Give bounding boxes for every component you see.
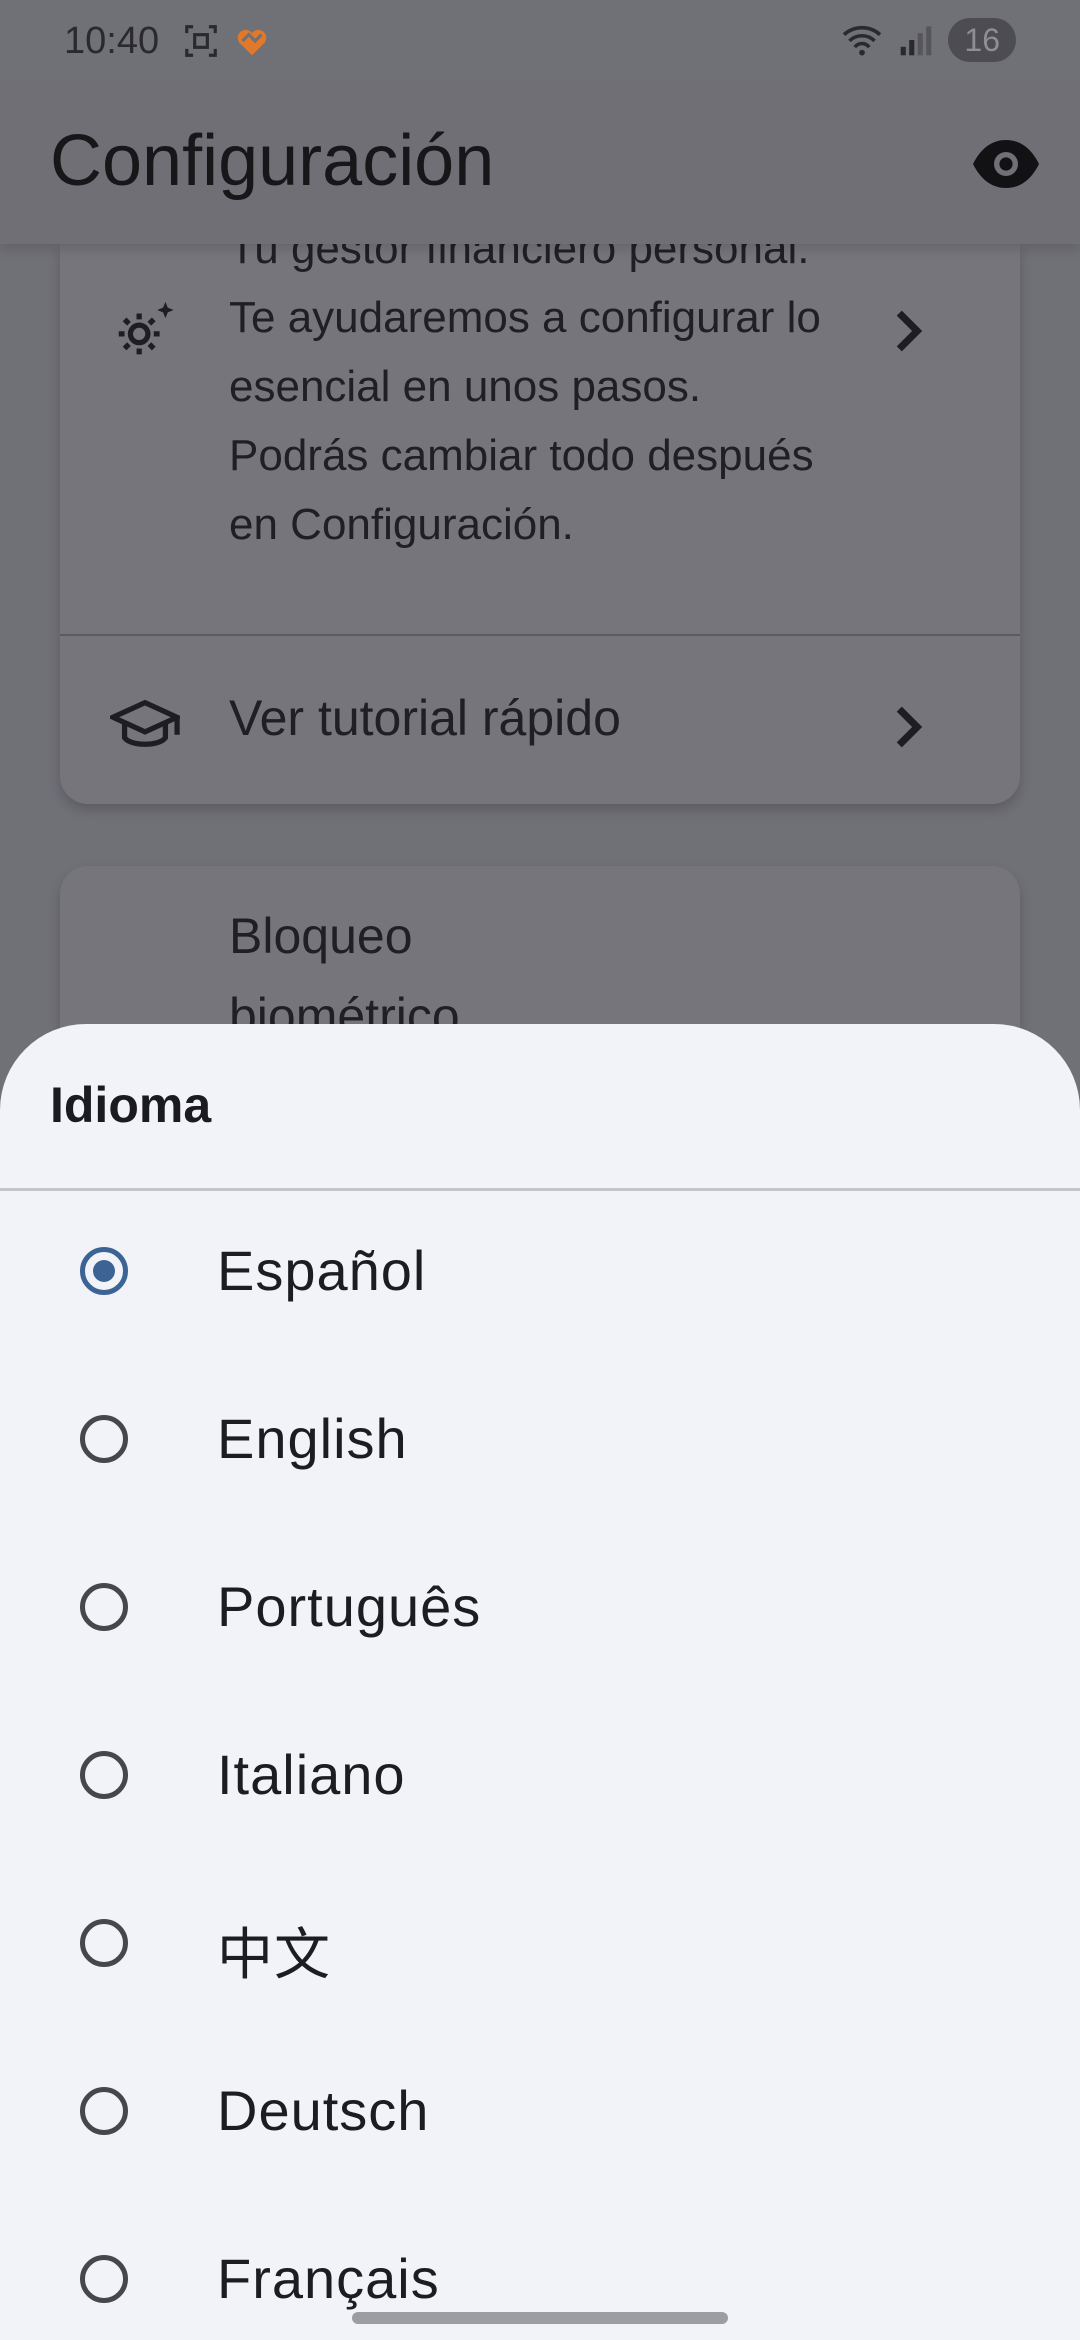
language-option[interactable]: Português: [0, 1528, 1080, 1696]
language-option[interactable]: English: [0, 1360, 1080, 1528]
radio-icon[interactable]: [80, 2087, 128, 2135]
language-bottom-sheet: Idioma Español English Português Italian…: [0, 1024, 1080, 2340]
chevron-right-icon[interactable]: [890, 306, 930, 356]
status-bar: 10:40 16: [0, 0, 1080, 84]
language-label: Português: [217, 1575, 482, 1638]
graduation-cap-icon: [110, 699, 180, 747]
tutorial-label[interactable]: Ver tutorial rápido: [229, 684, 621, 753]
home-indicator[interactable]: [352, 2312, 728, 2324]
language-option[interactable]: 中文: [0, 1864, 1080, 2032]
card-divider: [60, 634, 1020, 636]
language-label: Español: [217, 1239, 427, 1302]
page-title: Configuración: [50, 121, 495, 201]
eye-icon[interactable]: [970, 134, 1042, 194]
battery-indicator: 16: [948, 18, 1016, 62]
language-option[interactable]: Español: [0, 1192, 1080, 1360]
language-label: 中文: [217, 1923, 331, 1986]
signal-icon: [901, 26, 932, 56]
radio-selected-icon[interactable]: [80, 1247, 128, 1295]
status-time: 10:40: [64, 20, 160, 62]
language-label: English: [217, 1407, 408, 1470]
onboarding-card: Tu gestor financiero personal. Te ayudar…: [60, 244, 1020, 804]
welcome-text: Tu gestor financiero personal. Te ayudar…: [229, 244, 821, 549]
screenshot-icon: [185, 25, 217, 57]
radio-icon[interactable]: [80, 1751, 128, 1799]
radio-icon[interactable]: [80, 1415, 128, 1463]
sheet-divider: [0, 1188, 1080, 1191]
language-option[interactable]: Italiano: [0, 1696, 1080, 1864]
heart-app-icon: [237, 29, 267, 56]
language-option[interactable]: Français: [0, 2200, 1080, 2316]
language-label: Italiano: [217, 1743, 406, 1806]
radio-icon[interactable]: [80, 2255, 128, 2303]
radio-icon[interactable]: [80, 1583, 128, 1631]
settings-sparkle-icon: [118, 301, 174, 355]
language-option[interactable]: Deutsch: [0, 2032, 1080, 2200]
language-label: Deutsch: [217, 2079, 430, 2142]
wifi-icon: [843, 25, 882, 56]
app-bar: Configuración: [0, 84, 1080, 244]
radio-icon[interactable]: [80, 1919, 128, 1967]
chevron-right-icon[interactable]: [890, 702, 930, 752]
language-options-list[interactable]: Español English Português Italiano 中文 De…: [0, 1192, 1080, 2316]
language-label: Français: [217, 2247, 440, 2310]
sheet-title: Idioma: [50, 1077, 212, 1133]
